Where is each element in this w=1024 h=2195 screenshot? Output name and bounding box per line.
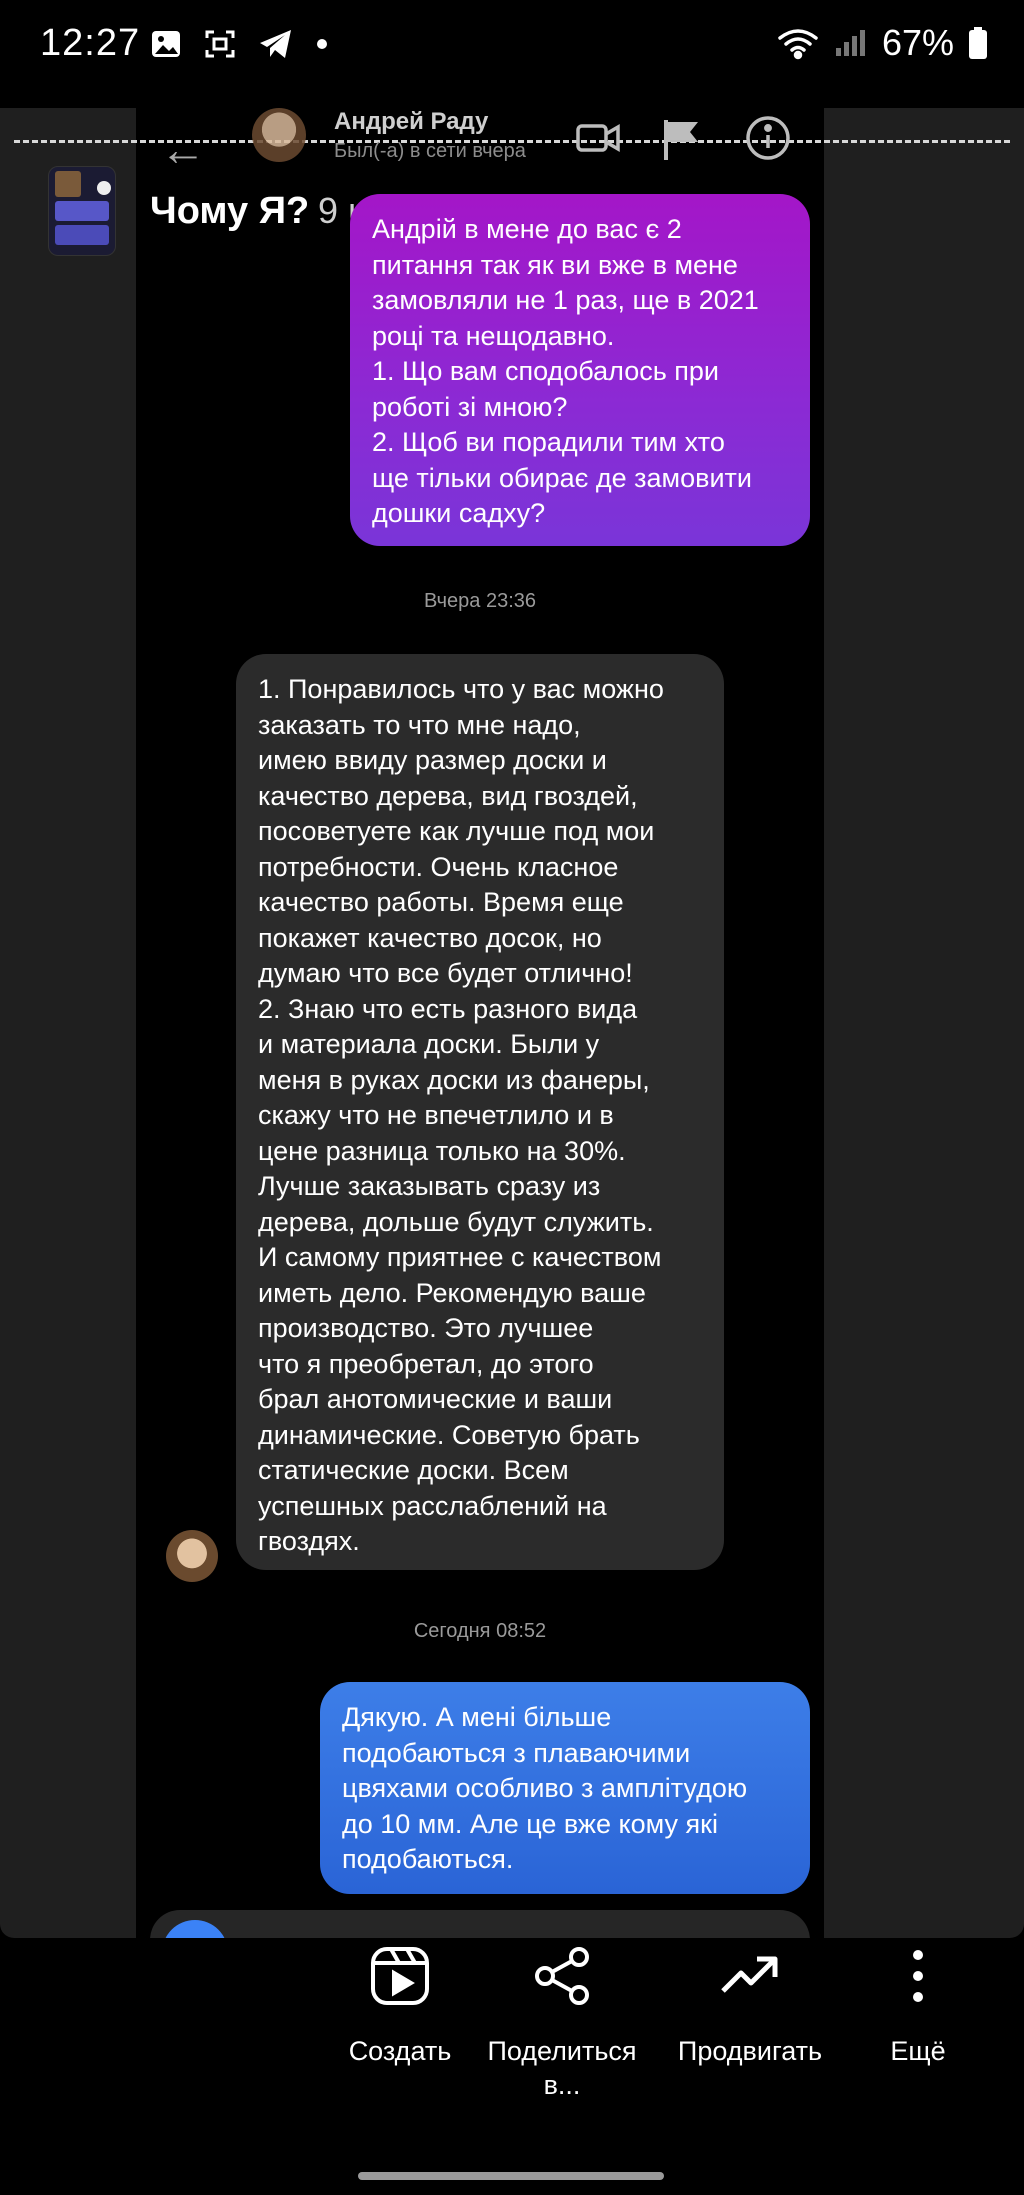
video-call-icon <box>576 123 620 153</box>
more-label: Ещё <box>890 2036 946 2066</box>
back-arrow-icon: ← <box>160 123 206 175</box>
status-time: 12:27 <box>40 22 141 64</box>
status-left-icons <box>150 28 328 60</box>
message-incoming: 1. Понравилось что у вас можно заказать … <box>236 654 724 1570</box>
camera-icon <box>97 181 111 195</box>
more-vertical-icon <box>913 1950 923 2002</box>
home-indicator[interactable] <box>358 2172 664 2180</box>
telegram-icon <box>260 30 291 58</box>
trending-up-icon <box>721 1956 778 1993</box>
info-icon <box>746 116 790 160</box>
story-thumbnail[interactable] <box>48 166 116 256</box>
chat-contact-status: Был(-а) в сети вчера <box>334 140 526 162</box>
more-button[interactable]: Ещё <box>818 1936 1018 2068</box>
story-title: Чому Я? <box>150 190 310 232</box>
share-button[interactable]: Поделиться в... <box>462 1936 662 2102</box>
message-timestamp: Вчера 23:36 <box>423 590 537 612</box>
wifi-icon <box>778 29 818 60</box>
avatar <box>252 108 306 162</box>
avatar <box>166 1530 218 1582</box>
screenshot-icon <box>205 30 235 58</box>
share-icon <box>535 1947 589 2005</box>
story-post[interactable]: ← Андрей Раду Был(-а) в сети вчера Чому … <box>0 108 1024 1938</box>
reels-create-icon <box>371 1947 429 2005</box>
message-composer <box>150 1910 810 1938</box>
battery-icon <box>969 27 987 59</box>
image-icon <box>152 31 180 57</box>
message-outgoing: Андрій в мене до вас є 2 питання так як … <box>350 194 810 546</box>
status-right: 67% <box>776 22 988 64</box>
share-label: Поделиться в... <box>487 2036 637 2100</box>
signal-icon <box>835 30 865 56</box>
battery-percent: 67% <box>881 22 954 63</box>
dot-icon <box>317 39 327 49</box>
message-outgoing: Дякую. А мені більше подобаються з плава… <box>320 1682 810 1894</box>
chat-contact-name: Андрей Раду <box>334 108 489 135</box>
flag-icon <box>664 120 698 160</box>
message-timestamp: Сегодня 08:52 <box>413 1620 547 1642</box>
